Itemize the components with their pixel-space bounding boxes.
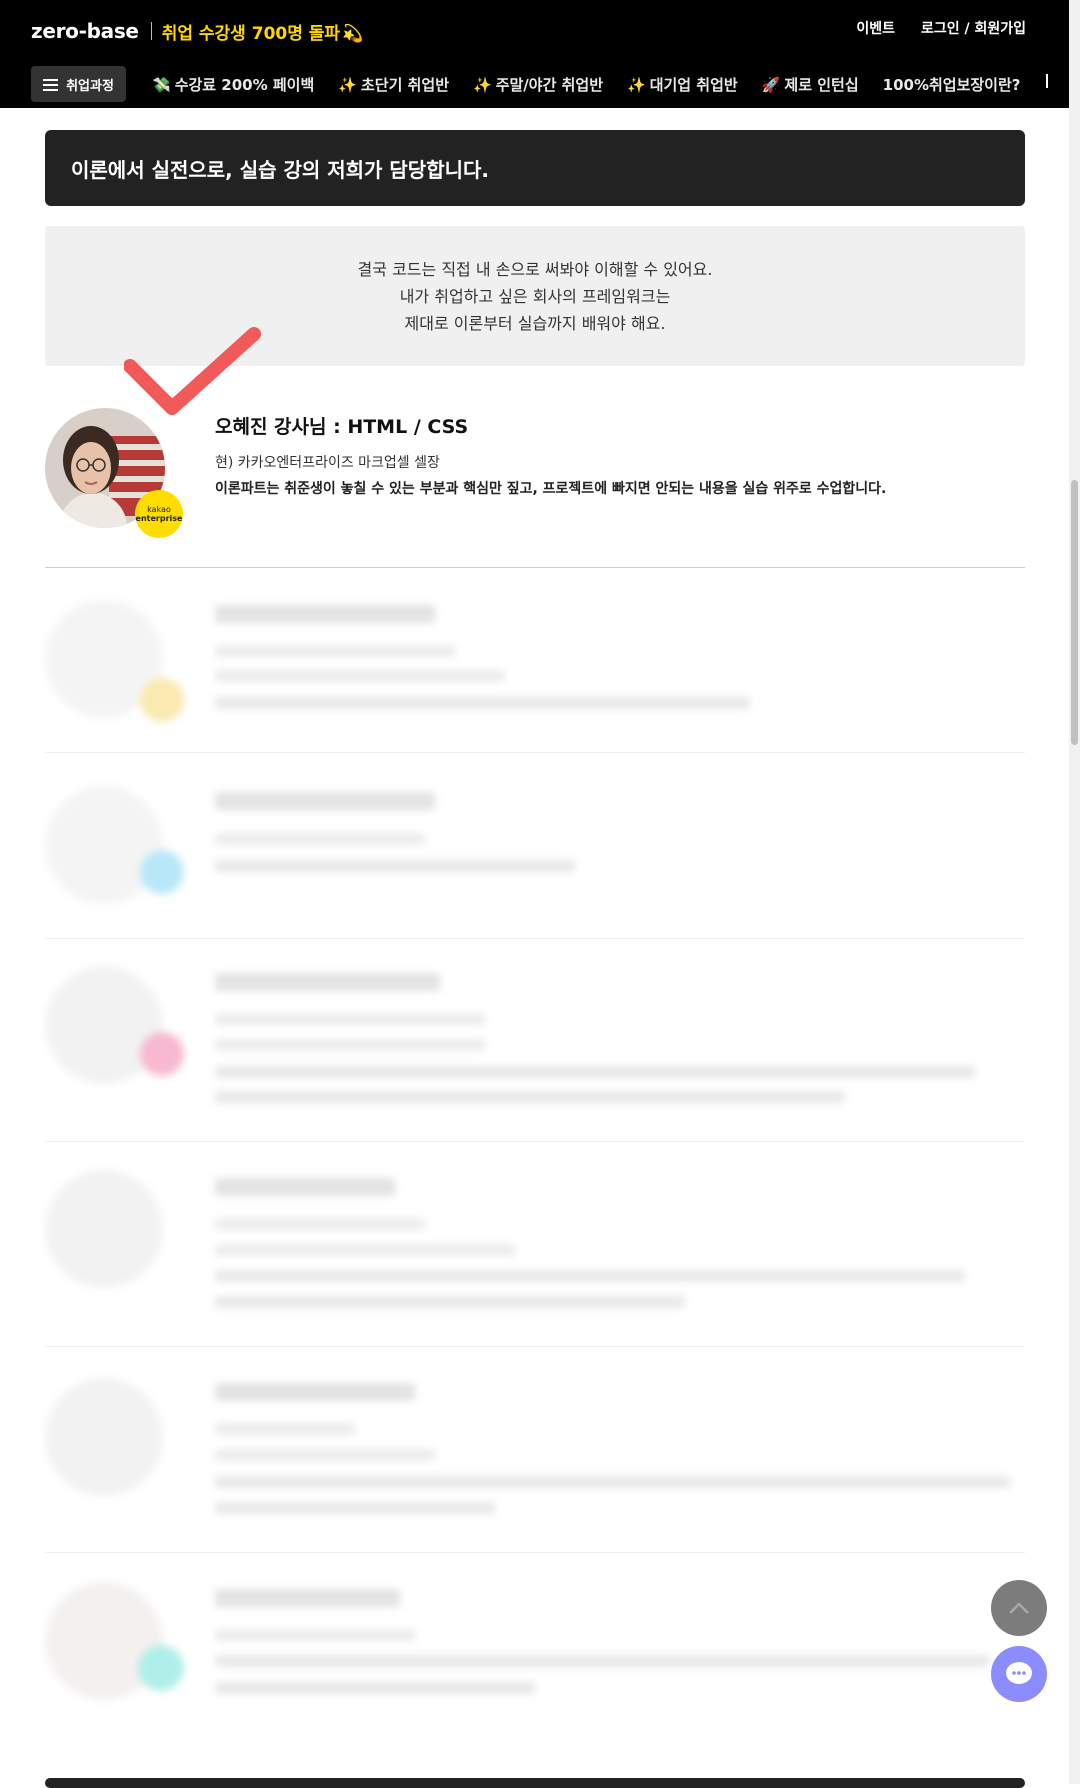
instructor-description: 이론파트는 취준생이 놓칠 수 있는 부분과 핵심만 짚고, 프로젝트에 빠지면…	[215, 481, 887, 497]
placeholder-line	[215, 1066, 975, 1078]
next-section-bar	[45, 1778, 1025, 1788]
divider	[45, 1346, 1025, 1347]
main-nav: 취업과정 💸 수강료 200% 페이백 ✨ 초단기 취업반 ✨ 주말/야간 취업반 ✨…	[31, 66, 1049, 102]
placeholder-line	[215, 1682, 535, 1694]
placeholder-line	[215, 860, 575, 872]
placeholder-line	[215, 1039, 485, 1051]
placeholder-line	[215, 697, 750, 709]
placeholder-line	[215, 1655, 990, 1667]
placeholder-line	[215, 1270, 965, 1282]
nav-item-weekend-night[interactable]: ✨ 주말/야간 취업반	[473, 74, 603, 95]
nav-item-guarantee[interactable]: 100%취업보장이란?	[883, 74, 1021, 95]
sparkle-icon: ✨	[473, 75, 492, 94]
placeholder-line	[215, 1423, 355, 1435]
placeholder-line	[215, 1013, 485, 1025]
nav-divider	[1046, 73, 1049, 88]
check-mark-icon	[124, 327, 261, 415]
divider	[45, 938, 1025, 939]
company-badge	[140, 678, 184, 722]
placeholder-line	[215, 1629, 415, 1641]
placeholder-line	[215, 1476, 1010, 1488]
instructor-card: kakao enterprise 오혜진 강사님 : HTML / CSS 현)…	[45, 408, 1025, 538]
company-badge	[138, 1645, 184, 1691]
nav-item-enterprise[interactable]: ✨ 대기업 취업반	[627, 74, 738, 95]
instructor-avatar	[45, 1170, 163, 1288]
course-menu-button[interactable]: 취업과정	[31, 66, 126, 102]
promo-banner[interactable]: 취업 수강생 700명 돌파 💫	[162, 19, 364, 44]
chat-button[interactable]	[991, 1646, 1047, 1702]
intro-line: 내가 취업하고 싶은 회사의 프레임워크는	[399, 287, 671, 306]
sparkle-icon: 💫	[342, 23, 364, 44]
placeholder-line	[215, 1244, 515, 1256]
placeholder-line	[215, 973, 440, 991]
logo[interactable]: zero-base	[31, 19, 139, 43]
instructor-position: 현) 카카오엔터프라이즈 마크업셀 셀장	[215, 455, 440, 471]
placeholder-line	[215, 670, 505, 682]
scrollbar-thumb[interactable]	[1071, 480, 1078, 745]
top-header: zero-base 취업 수강생 700명 돌파 💫 이벤트 로그인 / 회원가입…	[0, 0, 1069, 108]
money-icon: 💸	[152, 75, 171, 94]
placeholder-line	[215, 605, 435, 623]
placeholder-line	[215, 1178, 395, 1196]
divider	[45, 1552, 1025, 1553]
scrollbar-track[interactable]	[1069, 0, 1080, 1784]
nav-item-payback[interactable]: 💸 수강료 200% 페이백	[152, 74, 314, 95]
placeholder-line	[215, 792, 435, 810]
placeholder-line	[215, 833, 425, 845]
course-menu-label: 취업과정	[66, 78, 114, 94]
placeholder-line	[215, 1218, 425, 1230]
scroll-to-top-button[interactable]	[991, 1580, 1047, 1636]
chat-bubble-icon	[1006, 1662, 1032, 1684]
kakao-enterprise-badge: kakao enterprise	[135, 490, 183, 538]
nav-item-internship[interactable]: 🚀 제로 인턴십	[762, 74, 859, 95]
sparkle-icon: ✨	[338, 75, 357, 94]
brand-divider	[150, 22, 152, 40]
placeholder-line	[215, 1589, 400, 1607]
intro-line: 결국 코드는 직접 내 손으로 써봐야 이해할 수 있어요.	[357, 260, 713, 279]
brand: zero-base 취업 수강생 700명 돌파 💫	[31, 16, 363, 46]
divider	[45, 1141, 1025, 1142]
sparkle-icon: ✨	[627, 75, 646, 94]
company-badge	[140, 1032, 184, 1076]
placeholder-line	[215, 1383, 415, 1401]
section-title-banner: 이론에서 실전으로, 실습 강의 저희가 담당합니다.	[45, 130, 1025, 206]
divider	[45, 752, 1025, 753]
chevron-up-icon	[1009, 1602, 1029, 1614]
login-signup-link[interactable]: 로그인 / 회원가입	[921, 18, 1026, 38]
placeholder-line	[215, 1296, 685, 1308]
event-link[interactable]: 이벤트	[856, 18, 895, 38]
nav-items: 💸 수강료 200% 페이백 ✨ 초단기 취업반 ✨ 주말/야간 취업반 ✨ 대기업 취…	[152, 73, 1049, 95]
placeholder-line	[215, 645, 455, 657]
section-title: 이론에서 실전으로, 실습 강의 저희가 담당합니다.	[71, 157, 490, 182]
hamburger-icon	[43, 78, 59, 91]
top-links: 이벤트 로그인 / 회원가입	[856, 18, 1026, 38]
rocket-icon: 🚀	[761, 75, 781, 94]
placeholder-line	[215, 1502, 495, 1514]
divider	[45, 567, 1025, 568]
company-badge	[140, 850, 184, 894]
placeholder-line	[215, 1449, 435, 1461]
instructor-avatar	[45, 1378, 163, 1496]
nav-item-short-term[interactable]: ✨ 초단기 취업반	[338, 74, 449, 95]
placeholder-line	[215, 1091, 845, 1103]
